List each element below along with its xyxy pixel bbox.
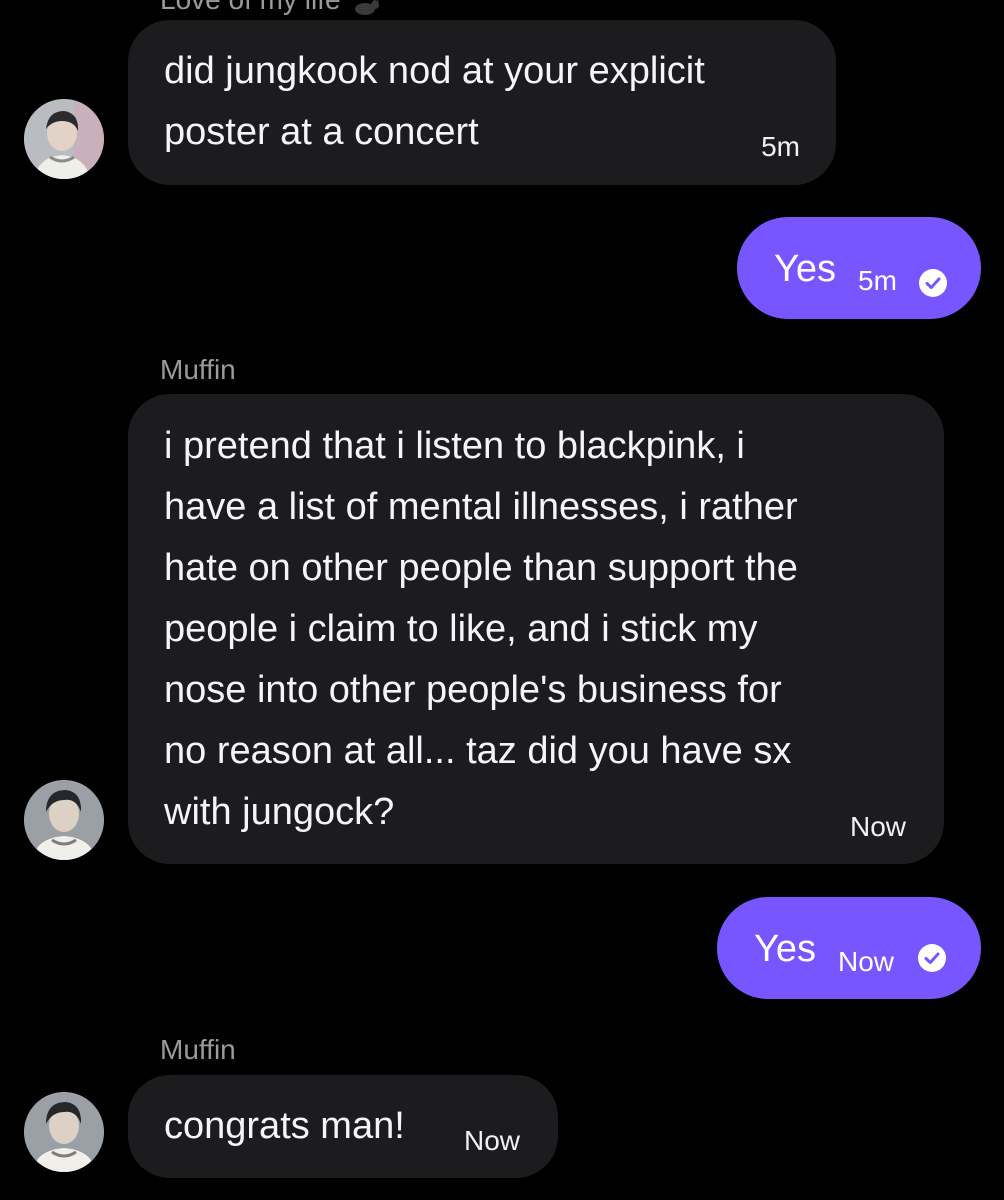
message-text: did jungkook nod at your explicit poster…	[164, 50, 705, 153]
message-timestamp: Now	[838, 946, 895, 977]
message-text: Yes	[774, 248, 836, 290]
cat-emoji-icon	[351, 0, 381, 15]
avatar[interactable]	[24, 99, 104, 179]
message-timestamp: 5m	[761, 131, 800, 162]
message-text: Yes	[754, 928, 816, 970]
sent-message-bubble[interactable]: Yes Now	[717, 897, 981, 999]
message-timestamp: Now	[849, 811, 906, 842]
sender-name: Love of my life	[160, 0, 381, 15]
message-bubble[interactable]: i pretend that i listen to blackpink, i …	[128, 394, 944, 864]
avatar[interactable]	[24, 780, 104, 860]
sent-message-bubble[interactable]: Yes 5m	[737, 217, 981, 319]
check-circle-icon	[918, 944, 946, 972]
sender-name: Muffin	[160, 1034, 236, 1065]
sender-name: Muffin	[160, 354, 236, 385]
dm-thread: Love of my life did jungkook nod at your…	[0, 0, 1004, 1200]
message-timestamp: Now	[463, 1125, 520, 1156]
message-bubble[interactable]: did jungkook nod at your explicit poster…	[128, 20, 836, 185]
check-circle-icon	[919, 269, 947, 297]
message-text: i pretend that i listen to blackpink, i …	[164, 425, 798, 833]
message-timestamp: 5m	[858, 265, 897, 296]
message-bubble[interactable]: congrats man! Now	[128, 1075, 558, 1178]
avatar[interactable]	[24, 1092, 104, 1172]
